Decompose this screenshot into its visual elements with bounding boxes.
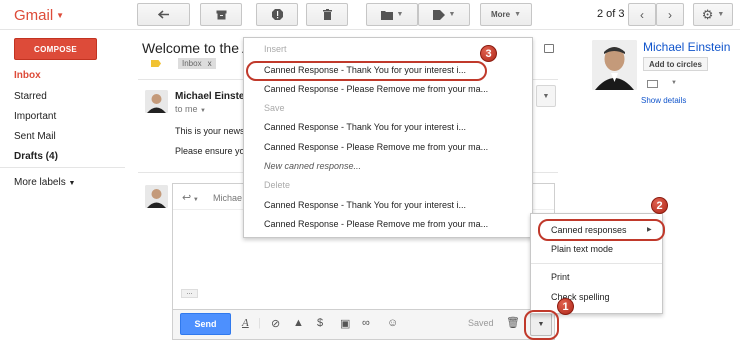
important-marker-icon[interactable] bbox=[151, 60, 161, 67]
archive-button[interactable] bbox=[200, 3, 242, 26]
older-button[interactable]: › bbox=[656, 3, 684, 26]
sidebar-item-sent-mail[interactable]: Sent Mail bbox=[14, 131, 56, 142]
delete-button[interactable] bbox=[306, 3, 348, 26]
attach-icon[interactable]: ⊘ bbox=[271, 317, 280, 330]
callout-badge-1: 1 bbox=[557, 298, 574, 315]
chevron-down-icon: ▼ bbox=[448, 11, 456, 18]
more-labels-label: More labels bbox=[14, 177, 66, 188]
folder-icon bbox=[380, 10, 393, 20]
callout-ring-canned-responses bbox=[538, 219, 665, 241]
more-button-label: More bbox=[490, 10, 511, 19]
back-arrow-icon bbox=[157, 10, 169, 19]
menu-item-print[interactable]: Print bbox=[551, 272, 570, 282]
show-details-link[interactable]: Show details bbox=[641, 96, 686, 105]
label-tag-icon bbox=[432, 9, 445, 20]
reply-recipient[interactable]: Michae bbox=[213, 193, 242, 203]
insert-item-remove[interactable]: Canned Response - Please Remove me from … bbox=[264, 84, 488, 94]
save-item-remove[interactable]: Canned Response - Please Remove me from … bbox=[264, 142, 488, 152]
print-all-icon[interactable] bbox=[544, 44, 554, 53]
chevron-left-icon: ‹ bbox=[640, 7, 644, 22]
label-chip-inbox: Inbox x bbox=[178, 58, 216, 69]
spam-icon bbox=[271, 9, 283, 20]
reply-type-icon[interactable]: ↩ ▼ bbox=[182, 191, 199, 204]
settings-button[interactable]: ⚙ ▼ bbox=[693, 3, 733, 26]
profile-photo bbox=[592, 40, 637, 90]
sidebar-item-starred[interactable]: Starred bbox=[14, 91, 47, 102]
send-button[interactable]: Send bbox=[180, 313, 231, 335]
recipient-summary[interactable]: to me ▼ bbox=[175, 104, 206, 114]
chevron-down-icon: ▼ bbox=[542, 92, 550, 100]
money-icon[interactable]: $ bbox=[317, 317, 323, 329]
new-canned-response-item[interactable]: New canned response... bbox=[264, 161, 361, 171]
callout-ring-more-options bbox=[524, 310, 559, 340]
menu-header-save: Save bbox=[264, 103, 285, 113]
delete-item-remove[interactable]: Canned Response - Please Remove me from … bbox=[264, 219, 488, 229]
saved-status: Saved bbox=[468, 318, 494, 328]
sidebar-item-inbox[interactable]: Inbox bbox=[14, 70, 41, 81]
recipient-label: to me bbox=[175, 104, 198, 114]
labels-button[interactable]: ▼ bbox=[418, 3, 470, 26]
message-more-button[interactable]: ▼ bbox=[536, 85, 556, 107]
sidebar-item-drafts[interactable]: Drafts (4) bbox=[14, 151, 58, 162]
photo-icon[interactable]: ▣ bbox=[340, 317, 350, 330]
save-item-thank-you[interactable]: Canned Response - Thank You for your int… bbox=[264, 122, 466, 132]
chevron-down-icon: ▼ bbox=[68, 180, 76, 187]
chevron-down-icon: ▼ bbox=[396, 11, 404, 18]
newer-button[interactable]: ‹ bbox=[628, 3, 656, 26]
mail-icon[interactable] bbox=[647, 80, 658, 88]
brand-label: Gmail bbox=[14, 7, 54, 24]
move-to-button[interactable]: ▼ bbox=[366, 3, 418, 26]
more-button[interactable]: More ▼ bbox=[480, 3, 532, 26]
drive-icon[interactable]: ▲ bbox=[293, 317, 304, 329]
sidebar-more-labels[interactable]: More labels ▼ bbox=[14, 177, 75, 188]
reply-avatar bbox=[145, 185, 168, 208]
chevron-down-icon: ▼ bbox=[56, 11, 65, 20]
sender-name: Michael Einstei bbox=[175, 91, 248, 102]
discard-draft-icon[interactable]: 🗑 bbox=[506, 316, 520, 329]
email-body-line: This is your news bbox=[175, 126, 245, 136]
callout-ring-thank-you bbox=[246, 61, 487, 81]
gmail-menu[interactable]: Gmail ▼ bbox=[14, 7, 64, 24]
archive-icon bbox=[216, 10, 226, 19]
link-icon[interactable]: ∞ bbox=[362, 317, 370, 329]
formatting-icon[interactable]: A bbox=[242, 317, 249, 329]
label-chip-text: Inbox bbox=[182, 59, 202, 68]
menu-header-insert: Insert bbox=[264, 44, 287, 54]
menu-header-delete: Delete bbox=[264, 180, 291, 190]
chevron-right-icon: › bbox=[668, 7, 672, 22]
report-spam-button[interactable] bbox=[256, 3, 298, 26]
toolbar-separator: | bbox=[258, 317, 261, 329]
email-subject: Welcome to the A bbox=[142, 40, 252, 56]
chevron-down-icon: ▼ bbox=[514, 11, 522, 18]
chevron-down-icon: ▼ bbox=[200, 108, 206, 114]
sidebar-divider bbox=[0, 167, 125, 168]
pager-count: 2 of 3 bbox=[597, 8, 625, 20]
sidebar-item-important[interactable]: Important bbox=[14, 111, 56, 122]
emoji-icon[interactable]: ☺ bbox=[387, 317, 398, 329]
menu-item-plain-text-mode[interactable]: Plain text mode bbox=[551, 244, 613, 254]
callout-badge-2: 2 bbox=[651, 197, 668, 214]
callout-badge-3: 3 bbox=[480, 45, 497, 62]
delete-item-thank-you[interactable]: Canned Response - Thank You for your int… bbox=[264, 200, 466, 210]
menu-divider bbox=[531, 263, 662, 264]
show-trimmed-content-button[interactable]: ... bbox=[181, 289, 198, 298]
profile-name[interactable]: Michael Einstein bbox=[643, 40, 730, 54]
sender-avatar bbox=[145, 90, 168, 113]
remove-label-icon[interactable]: x bbox=[208, 59, 212, 68]
add-to-circles-button[interactable]: Add to circles bbox=[643, 57, 708, 71]
compose-button[interactable]: COMPOSE bbox=[14, 38, 97, 60]
back-button[interactable] bbox=[137, 3, 190, 26]
trash-icon bbox=[322, 9, 332, 20]
email-body-line: Please ensure yo bbox=[175, 146, 245, 156]
chevron-down-icon: ▼ bbox=[717, 11, 725, 18]
chevron-down-icon[interactable]: ▼ bbox=[671, 80, 677, 86]
gear-icon: ⚙ bbox=[701, 6, 714, 22]
